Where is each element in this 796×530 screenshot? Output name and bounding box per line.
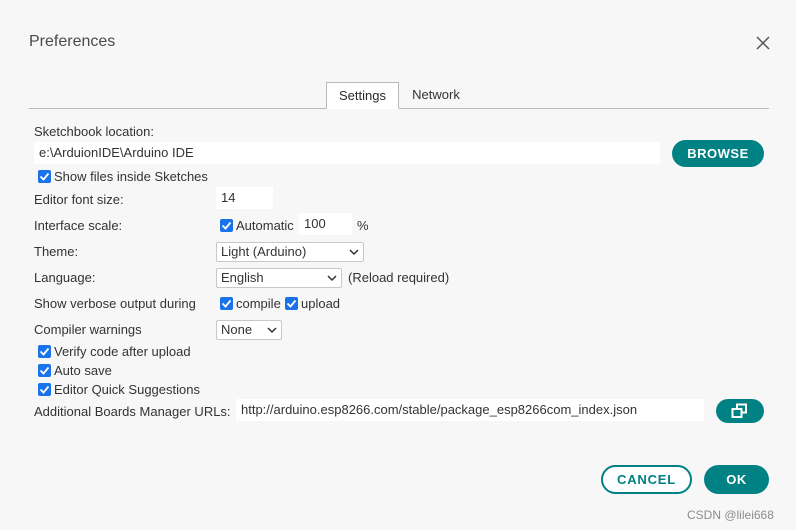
interface-scale-input[interactable]: 100	[299, 213, 352, 235]
theme-label: Theme:	[34, 244, 79, 259]
language-selected-value: English	[221, 270, 264, 285]
chevron-down-icon	[327, 275, 337, 282]
verify-after-upload-checkbox[interactable]	[38, 345, 51, 358]
language-select[interactable]: English	[216, 268, 342, 288]
reload-required-note: (Reload required)	[348, 270, 450, 285]
font-size-input[interactable]: 14	[216, 187, 273, 209]
tab-settings[interactable]: Settings	[326, 82, 399, 109]
boards-urls-label: Additional Boards Manager URLs:	[34, 404, 231, 419]
verbose-upload-checkbox[interactable]	[285, 297, 298, 310]
interface-scale-unit: %	[357, 218, 369, 233]
auto-save-checkbox[interactable]	[38, 364, 51, 377]
font-size-label: Editor font size:	[34, 192, 124, 207]
tab-network[interactable]: Network	[401, 82, 471, 109]
tabs-divider	[29, 108, 769, 109]
show-files-label: Show files inside Sketches	[54, 169, 208, 184]
compiler-warnings-select[interactable]: None	[216, 320, 282, 340]
chevron-down-icon	[267, 327, 277, 334]
verbose-upload-label: upload	[301, 296, 341, 311]
automatic-scale-label: Automatic	[236, 218, 294, 233]
browse-button[interactable]: BROWSE	[672, 140, 764, 167]
edit-urls-button[interactable]	[716, 399, 764, 423]
compiler-warnings-selected-value: None	[221, 322, 253, 337]
theme-select[interactable]: Light (Arduino)	[216, 242, 364, 262]
compiler-warnings-label: Compiler warnings	[34, 322, 142, 337]
cancel-button[interactable]: CANCEL	[601, 465, 692, 494]
verbose-compile-label: compile	[236, 296, 281, 311]
quick-suggestions-label: Editor Quick Suggestions	[54, 382, 200, 397]
open-window-icon	[731, 403, 747, 418]
sketchbook-location-label: Sketchbook location:	[34, 124, 154, 139]
watermark: CSDN @lilei668	[687, 508, 774, 522]
ok-button[interactable]: OK	[704, 465, 769, 494]
preferences-dialog: Preferences Settings Network Sketchbook …	[0, 0, 796, 530]
auto-save-label: Auto save	[54, 363, 112, 378]
theme-selected-value: Light (Arduino)	[221, 244, 307, 259]
close-icon[interactable]	[753, 33, 773, 53]
interface-scale-label: Interface scale:	[34, 218, 123, 233]
verbose-compile-checkbox[interactable]	[220, 297, 233, 310]
verify-after-upload-label: Verify code after upload	[54, 344, 191, 359]
automatic-scale-checkbox[interactable]	[220, 219, 233, 232]
language-label: Language:	[34, 270, 96, 285]
chevron-down-icon	[349, 249, 359, 256]
sketchbook-location-input[interactable]: e:\ArduionIDE\Arduino IDE	[34, 142, 660, 164]
verbose-output-label: Show verbose output during	[34, 296, 196, 311]
show-files-checkbox[interactable]	[38, 170, 51, 183]
dialog-title: Preferences	[29, 33, 116, 50]
boards-urls-input[interactable]: http://arduino.esp8266.com/stable/packag…	[236, 399, 704, 421]
quick-suggestions-checkbox[interactable]	[38, 383, 51, 396]
